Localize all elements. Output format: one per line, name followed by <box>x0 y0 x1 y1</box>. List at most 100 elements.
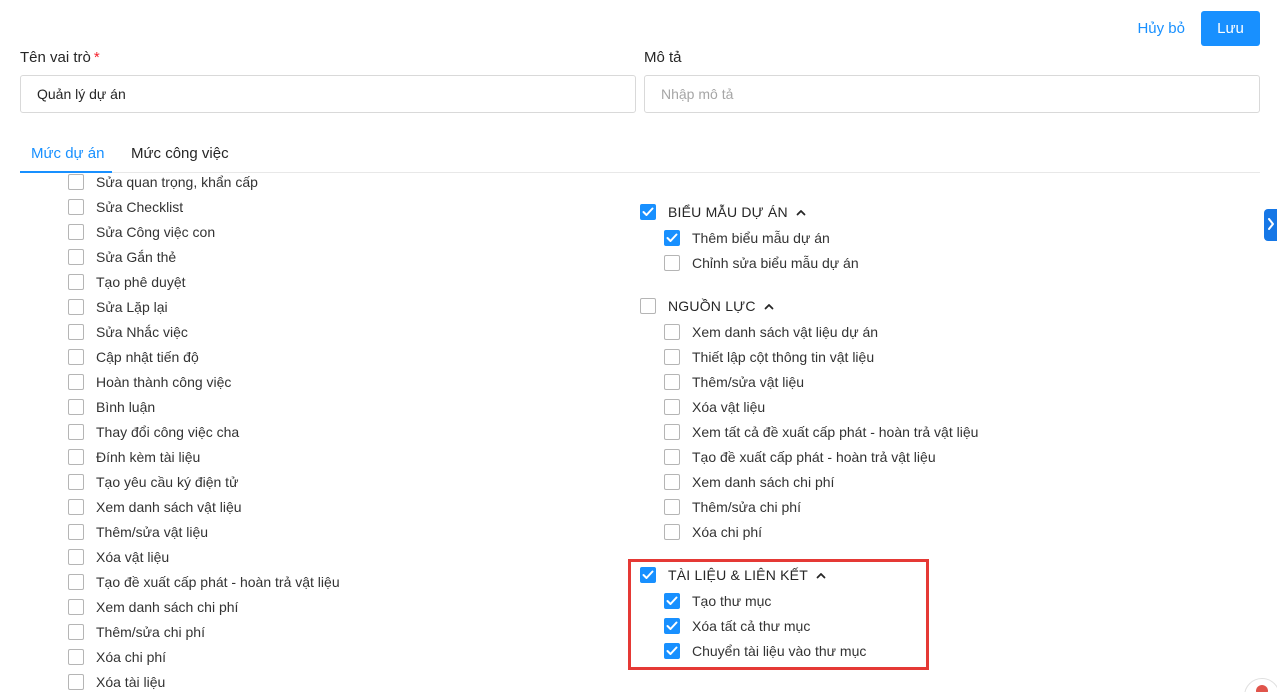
permission-item[interactable]: Xem danh sách vật liệu <box>68 497 242 517</box>
highlight-box <box>628 559 929 670</box>
checkbox[interactable] <box>640 298 656 314</box>
checkbox[interactable] <box>68 174 84 190</box>
permission-item[interactable]: Xóa vật liệu <box>68 547 169 567</box>
permission-group[interactable]: BIỂU MẪU DỰ ÁN <box>640 202 806 222</box>
checkbox[interactable] <box>68 274 84 290</box>
checkbox[interactable] <box>664 374 680 390</box>
permission-label: Tạo đề xuất cấp phát - hoàn trả vật liệu <box>96 574 340 590</box>
permission-label: Xóa chi phí <box>692 524 763 540</box>
checkbox[interactable] <box>68 624 84 640</box>
permission-label: Tạo phê duyệt <box>96 274 186 290</box>
permission-label: Xóa chi phí <box>96 649 167 665</box>
permission-label: Cập nhật tiến độ <box>96 349 199 365</box>
checkbox[interactable] <box>68 674 84 690</box>
permission-group[interactable]: NGUỒN LỰC <box>640 296 774 316</box>
checkbox[interactable] <box>640 204 656 220</box>
checkbox[interactable] <box>664 474 680 490</box>
permission-item[interactable]: Tạo yêu cầu ký điện tử <box>68 472 238 492</box>
permission-label: Sửa Gắn thẻ <box>96 249 177 265</box>
permission-label: Thiết lập cột thông tin vật liệu <box>692 349 875 365</box>
permission-item[interactable]: Xóa vật liệu <box>664 397 765 417</box>
permission-item[interactable]: Xem tất cả đề xuất cấp phát - hoàn trả v… <box>664 422 978 442</box>
checkbox[interactable] <box>68 449 84 465</box>
permission-item[interactable]: Tạo đề xuất cấp phát - hoàn trả vật liệu <box>68 572 340 592</box>
tab-task-level[interactable]: Mức công việc <box>131 145 229 162</box>
permission-item[interactable]: Sửa Nhắc việc <box>68 322 188 342</box>
permission-label: Xem tất cả đề xuất cấp phát - hoàn trả v… <box>692 424 979 440</box>
permission-item[interactable]: Xóa chi phí <box>68 647 166 667</box>
checkbox[interactable] <box>664 424 680 440</box>
tab-project-level[interactable]: Mức dự án <box>31 145 104 162</box>
permission-item[interactable]: Sửa Checklist <box>68 197 183 217</box>
checkbox[interactable] <box>664 349 680 365</box>
checkbox[interactable] <box>68 549 84 565</box>
permission-item[interactable]: Thêm biểu mẫu dự án <box>664 228 830 248</box>
checkbox[interactable] <box>68 349 84 365</box>
permission-item[interactable]: Sửa Gắn thẻ <box>68 247 176 267</box>
role-name-input[interactable] <box>20 75 636 113</box>
side-panel-toggle[interactable] <box>1264 209 1277 241</box>
permission-item[interactable]: Sửa quan trọng, khẩn cấp <box>68 174 258 192</box>
checkbox[interactable] <box>664 499 680 515</box>
permission-item[interactable]: Thêm/sửa vật liệu <box>664 372 804 392</box>
permission-label: Sửa quan trọng, khẩn cấp <box>96 174 258 190</box>
permission-item[interactable]: Xem danh sách chi phí <box>68 597 238 617</box>
permission-label: Thêm/sửa chi phí <box>96 624 205 640</box>
permission-item[interactable]: Xóa chi phí <box>664 522 762 542</box>
permission-item[interactable]: Bình luận <box>68 397 155 417</box>
checkbox[interactable] <box>68 399 84 415</box>
checkbox[interactable] <box>68 474 84 490</box>
permission-item[interactable]: Sửa Lặp lại <box>68 297 168 317</box>
active-tab-indicator <box>20 171 112 173</box>
permission-item[interactable]: Hoàn thành công việc <box>68 372 231 392</box>
permission-item[interactable]: Cập nhật tiến độ <box>68 347 199 367</box>
permission-item[interactable]: Tạo phê duyệt <box>68 272 186 292</box>
permission-label: Sửa Checklist <box>96 199 184 215</box>
permission-item[interactable]: Thêm/sửa chi phí <box>664 497 801 517</box>
permission-item[interactable]: Xóa tài liệu <box>68 672 165 692</box>
checkbox[interactable] <box>664 324 680 340</box>
notification-dot-icon <box>1256 685 1268 692</box>
checkbox[interactable] <box>664 399 680 415</box>
permission-item[interactable]: Chỉnh sửa biểu mẫu dự án <box>664 253 859 273</box>
checkbox[interactable] <box>68 299 84 315</box>
permission-label: Hoàn thành công việc <box>96 374 232 390</box>
permission-item[interactable]: Xem danh sách vật liệu dự án <box>664 322 878 342</box>
permission-item[interactable]: Xem danh sách chi phí <box>664 472 834 492</box>
save-button[interactable]: Lưu <box>1201 11 1260 46</box>
permission-item[interactable]: Thêm/sửa chi phí <box>68 622 205 642</box>
permission-label: Sửa Lặp lại <box>96 299 168 315</box>
checkbox[interactable] <box>664 230 680 246</box>
checkbox[interactable] <box>68 324 84 340</box>
checkbox[interactable] <box>68 499 84 515</box>
permission-item[interactable]: Đính kèm tài liệu <box>68 447 200 467</box>
permission-item[interactable]: Thiết lập cột thông tin vật liệu <box>664 347 874 367</box>
permission-item[interactable]: Thêm/sửa vật liệu <box>68 522 208 542</box>
checkbox[interactable] <box>68 574 84 590</box>
chevron-up-icon[interactable] <box>796 209 806 216</box>
permission-label: Bình luận <box>96 399 156 415</box>
permission-label: Xem danh sách vật liệu <box>96 499 242 515</box>
checkbox[interactable] <box>68 424 84 440</box>
permission-item[interactable]: Sửa Công việc con <box>68 222 215 242</box>
checkbox[interactable] <box>664 524 680 540</box>
description-input[interactable] <box>644 75 1260 113</box>
checkbox[interactable] <box>68 374 84 390</box>
checkbox[interactable] <box>68 524 84 540</box>
cancel-button[interactable]: Hủy bỏ <box>1137 20 1185 37</box>
permission-label: Thêm/sửa chi phí <box>692 499 801 515</box>
checkbox[interactable] <box>68 224 84 240</box>
checkbox[interactable] <box>664 449 680 465</box>
permission-item[interactable]: Thay đổi công việc cha <box>68 422 239 442</box>
checkbox[interactable] <box>68 199 84 215</box>
checkbox[interactable] <box>68 649 84 665</box>
permission-label: Sửa Công việc con <box>96 224 216 240</box>
chevron-up-icon[interactable] <box>764 303 774 310</box>
header-actions: Hủy bỏ Lưu <box>1137 11 1260 46</box>
checkbox[interactable] <box>68 599 84 615</box>
description-label: Mô tả <box>644 49 682 66</box>
checkbox[interactable] <box>664 255 680 271</box>
checkbox[interactable] <box>68 249 84 265</box>
permission-label: Xem danh sách chi phí <box>692 474 835 490</box>
permission-item[interactable]: Tạo đề xuất cấp phát - hoàn trả vật liệu <box>664 447 936 467</box>
